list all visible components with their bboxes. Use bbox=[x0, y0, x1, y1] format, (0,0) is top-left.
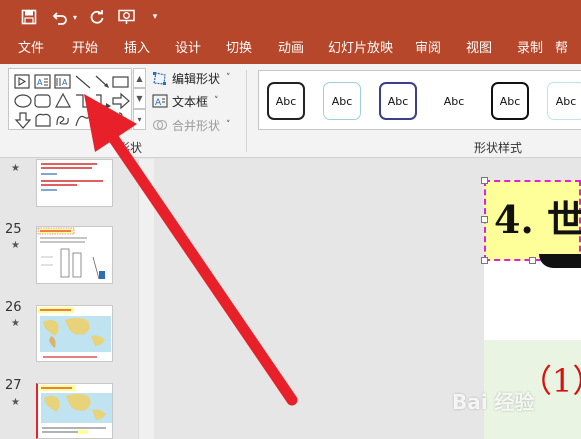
shape-style-1[interactable]: Abc bbox=[267, 82, 305, 120]
shape-style-5[interactable]: Abc bbox=[491, 82, 529, 120]
edit-shape-button[interactable]: 编辑形状 ˅ bbox=[152, 68, 231, 88]
slide-thumbnail[interactable] bbox=[36, 305, 113, 362]
tab-file[interactable]: 文件 bbox=[18, 34, 44, 64]
undo-icon[interactable] bbox=[50, 6, 70, 28]
undo-dropdown-icon[interactable]: ▾ bbox=[70, 6, 80, 28]
scribble-icon[interactable] bbox=[53, 111, 73, 129]
tab-transitions[interactable]: 切换 bbox=[226, 34, 252, 64]
slide-thumbnail[interactable] bbox=[36, 159, 113, 207]
rounded-rectangle-icon[interactable] bbox=[33, 92, 53, 110]
merge-shapes-label: 合并形状 bbox=[172, 118, 221, 133]
svg-text:A: A bbox=[155, 98, 162, 108]
elbow-arrow-connector-icon[interactable] bbox=[93, 92, 113, 110]
shapes-gallery[interactable]: A A bbox=[8, 68, 132, 130]
tab-review[interactable]: 审阅 bbox=[415, 34, 441, 64]
line-icon[interactable] bbox=[93, 73, 113, 91]
curve-icon[interactable] bbox=[73, 111, 93, 129]
animation-star-icon: ★ bbox=[11, 397, 20, 408]
animation-star-icon: ★ bbox=[11, 318, 20, 329]
resize-handle[interactable] bbox=[481, 216, 488, 223]
slide-title-placeholder[interactable]: 4. 世 bbox=[484, 180, 581, 261]
merge-shapes-icon bbox=[152, 117, 168, 133]
vertical-text-box-icon[interactable]: A bbox=[33, 73, 53, 91]
slide-number: 25 bbox=[5, 222, 22, 237]
tab-design[interactable]: 设计 bbox=[175, 34, 201, 64]
save-icon[interactable] bbox=[18, 6, 40, 28]
resize-handle[interactable] bbox=[481, 257, 488, 264]
gallery-scroll-down-icon[interactable]: ▼ bbox=[133, 88, 146, 109]
redo-icon[interactable] bbox=[87, 6, 107, 28]
gallery-expand-icon[interactable]: ▾ bbox=[133, 109, 146, 130]
tab-insert[interactable]: 插入 bbox=[124, 34, 150, 64]
title-shadow-shape bbox=[539, 254, 581, 268]
tab-slideshow[interactable]: 幻灯片放映 bbox=[328, 34, 393, 64]
brace-icon[interactable] bbox=[111, 111, 131, 129]
animation-star-icon: ★ bbox=[11, 240, 20, 251]
shape-style-2[interactable]: Abc bbox=[323, 82, 361, 120]
title-bar: ▾ ▾ bbox=[0, 0, 581, 34]
customize-toolbar-icon[interactable]: ▾ bbox=[148, 6, 162, 28]
text-box-button[interactable]: A 文本框 ˅ bbox=[152, 91, 219, 111]
present-from-start-icon[interactable] bbox=[116, 6, 138, 28]
text-box-label: 文本框 bbox=[172, 94, 209, 109]
triangle-icon[interactable] bbox=[53, 92, 73, 110]
slide-thumbnail[interactable] bbox=[36, 383, 113, 439]
chevron-down-icon: ˅ bbox=[226, 120, 231, 130]
right-arrow-icon[interactable] bbox=[111, 92, 131, 110]
edit-shape-label: 编辑形状 bbox=[172, 71, 221, 86]
chevron-down-icon: ˅ bbox=[214, 96, 219, 106]
ribbon-tabs: 文件 开始 插入 设计 切换 动画 幻灯片放映 审阅 视图 录制 帮 bbox=[0, 34, 581, 64]
tab-view[interactable]: 视图 bbox=[466, 34, 492, 64]
elbow-connector-icon[interactable] bbox=[73, 92, 93, 110]
slide-number: 26 bbox=[5, 300, 22, 315]
thumbnails-scrollbar[interactable] bbox=[138, 159, 154, 439]
merge-shapes-button[interactable]: 合并形状 ˅ bbox=[152, 115, 231, 135]
animation-star-icon: ★ bbox=[11, 163, 20, 174]
oval-icon[interactable] bbox=[13, 92, 33, 110]
edit-shape-icon bbox=[152, 70, 168, 86]
watermark: Bai 经验 bbox=[452, 390, 535, 414]
tab-help[interactable]: 帮 bbox=[555, 34, 568, 64]
arrow-line-icon[interactable] bbox=[73, 73, 93, 91]
shape-style-4[interactable]: Abc bbox=[435, 82, 473, 120]
freeform-icon[interactable] bbox=[33, 111, 53, 129]
line-icon[interactable]: A bbox=[53, 73, 73, 91]
gallery-scroll-up-icon[interactable]: ▲ bbox=[133, 68, 146, 88]
tab-home[interactable]: 开始 bbox=[72, 34, 98, 64]
insert-shapes-group-label: 形状 bbox=[118, 141, 143, 155]
shape-styles-gallery[interactable]: Abc Abc Abc Abc Abc Abc bbox=[258, 70, 581, 130]
rectangle-icon[interactable] bbox=[111, 73, 131, 91]
shape-styles-group-label: 形状样式 bbox=[474, 141, 523, 155]
brace-icon[interactable] bbox=[93, 111, 113, 129]
chevron-down-icon: ˅ bbox=[226, 73, 231, 83]
text-box-icon: A bbox=[152, 93, 168, 109]
shape-style-6[interactable]: Abc bbox=[547, 82, 581, 120]
svg-text:A: A bbox=[37, 78, 43, 87]
group-divider bbox=[246, 70, 247, 152]
down-arrow-icon[interactable] bbox=[13, 111, 33, 129]
slide-thumbnail[interactable] bbox=[36, 226, 113, 284]
tab-animations[interactable]: 动画 bbox=[278, 34, 304, 64]
shape-style-3[interactable]: Abc bbox=[379, 82, 417, 120]
resize-handle[interactable] bbox=[529, 257, 536, 264]
tab-recording[interactable]: 录制 bbox=[517, 34, 543, 64]
slide-number: 27 bbox=[5, 378, 22, 393]
resize-handle[interactable] bbox=[481, 177, 488, 184]
text-box-icon[interactable] bbox=[13, 73, 33, 91]
svg-text:A: A bbox=[62, 78, 68, 87]
powerpoint-window: ▾ ▾ 文件 开始 插入 设计 切换 动画 幻灯片放映 审阅 视图 录制 帮 A… bbox=[0, 0, 581, 439]
slide-title-text: 4. 世 bbox=[494, 197, 581, 242]
